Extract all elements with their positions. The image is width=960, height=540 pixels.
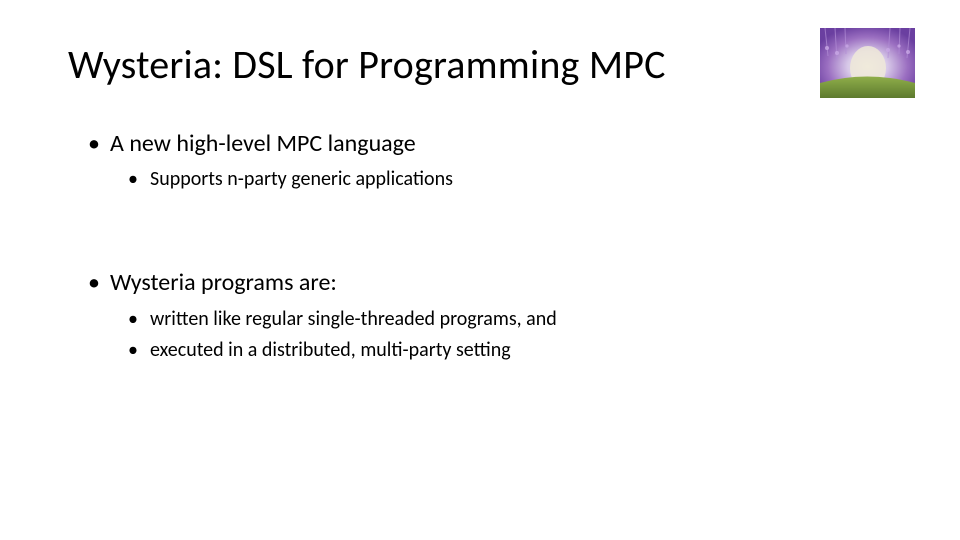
bullet-level2: Supports n-party generic applications: [128, 166, 900, 193]
slide-body: A new high-level MPC language Supports n…: [88, 128, 900, 402]
bullet-level1: A new high-level MPC language: [88, 128, 900, 160]
bullet-group: written like regular single-threaded pro…: [88, 306, 900, 364]
decorative-image: [820, 28, 915, 98]
bullet-level1: Wysteria programs are:: [88, 267, 900, 299]
slide-title: Wysteria: DSL for Programming MPC: [68, 40, 666, 89]
bullet-group: Supports n-party generic applications: [88, 166, 900, 193]
bullet-level2: executed in a distributed, multi-party s…: [128, 337, 900, 364]
slide: Wysteria: DSL for Programming MPC: [0, 0, 960, 540]
bullet-level2: written like regular single-threaded pro…: [128, 306, 900, 333]
